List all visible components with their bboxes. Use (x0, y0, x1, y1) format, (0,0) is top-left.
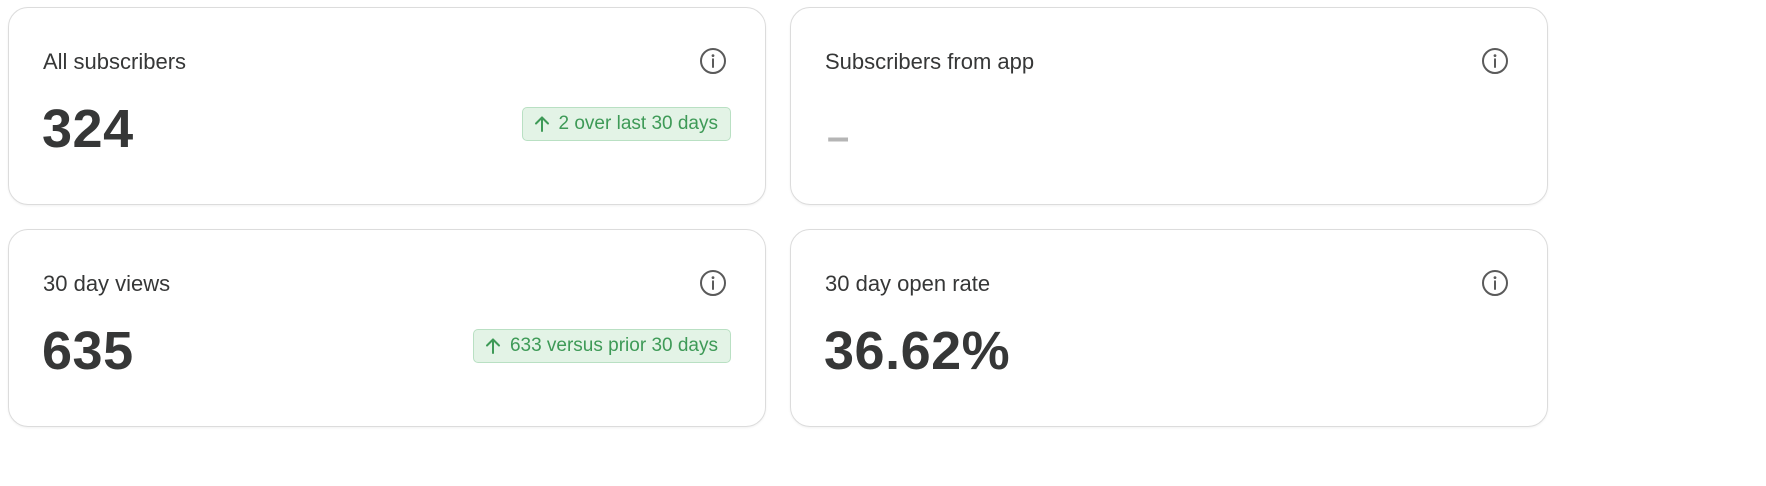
trend-badge: 2 over last 30 days (521, 107, 731, 141)
card-subscribers-from-app: Subscribers from app – (790, 7, 1548, 205)
metric-value: – (827, 115, 850, 159)
trend-text: 633 versus prior 30 days (509, 335, 718, 356)
metric-value: 635 (42, 321, 134, 381)
metric-value: 36.62% (824, 321, 1011, 381)
info-icon (700, 270, 726, 296)
card-30-day-views: 30 day views 635 633 versus prior 30 day… (8, 229, 766, 427)
stats-grid: All subscribers 324 2 over last 30 days … (8, 7, 1551, 427)
card-title: 30 day open rate (825, 271, 991, 296)
info-icon (700, 48, 726, 74)
card-title: Subscribers from app (825, 49, 1035, 74)
card-all-subscribers: All subscribers 324 2 over last 30 days (8, 7, 766, 205)
arrow-up-icon (484, 337, 502, 355)
trend-text: 2 over last 30 days (558, 113, 718, 134)
info-button[interactable] (1481, 269, 1509, 297)
card-title: 30 day views (43, 271, 171, 296)
card-30-day-open-rate: 30 day open rate 36.62% (790, 229, 1548, 427)
info-button[interactable] (699, 47, 727, 75)
info-icon (1482, 48, 1508, 74)
info-button[interactable] (1481, 47, 1509, 75)
trend-badge: 633 versus prior 30 days (472, 329, 731, 363)
info-icon (1482, 270, 1508, 296)
card-title: All subscribers (43, 49, 187, 74)
info-button[interactable] (699, 269, 727, 297)
metric-value: 324 (42, 99, 134, 159)
arrow-up-icon (533, 115, 551, 133)
